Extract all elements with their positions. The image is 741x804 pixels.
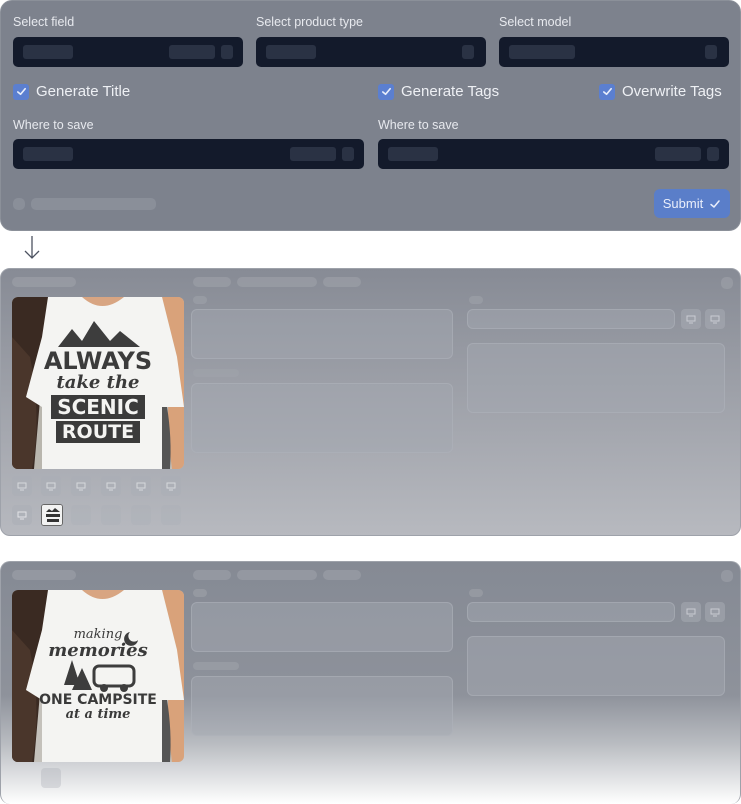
where-to-save-label-2: Where to save — [378, 118, 459, 132]
overwrite-tags-label: Overwrite Tags — [622, 83, 722, 100]
product-image-1[interactable]: ALWAYS take the SCENIC ROUTE — [12, 297, 184, 469]
monitor-icon[interactable] — [681, 309, 701, 329]
where-to-save-dropdown-2[interactable] — [378, 139, 729, 169]
arrow-down-icon — [24, 236, 40, 259]
generate-title-checkbox[interactable] — [13, 83, 29, 100]
monitor-icon[interactable] — [12, 476, 32, 496]
select-field-label: Select field — [13, 15, 75, 29]
generate-title-label: Generate Title — [36, 83, 131, 100]
monitor-icon[interactable] — [705, 602, 725, 622]
submit-label: Submit — [662, 196, 704, 211]
product-card-2: making memories ONE CAMPSITE at a time — [0, 561, 741, 804]
select-model-dropdown[interactable] — [499, 37, 729, 67]
overwrite-tags-checkbox[interactable] — [599, 83, 615, 100]
monitor-icon[interactable] — [12, 505, 32, 525]
generate-tags-checkbox[interactable] — [378, 83, 394, 100]
design-thumbnail[interactable] — [41, 504, 63, 526]
overwrite-tags-option[interactable]: Overwrite Tags — [599, 83, 722, 100]
checkmark-icon — [16, 87, 26, 96]
select-product-type-dropdown[interactable] — [256, 37, 486, 67]
blurred-status-text — [31, 198, 156, 210]
where-to-save-dropdown-1[interactable] — [13, 139, 364, 169]
select-field-dropdown[interactable] — [13, 37, 243, 67]
product-image-2[interactable]: making memories ONE CAMPSITE at a time — [12, 590, 184, 762]
monitor-icon[interactable] — [161, 476, 181, 496]
product-card-1: ALWAYS take the SCENIC ROUTE — [0, 268, 741, 536]
generate-tags-option[interactable]: Generate Tags — [378, 83, 499, 100]
monitor-icon[interactable] — [681, 602, 701, 622]
checkmark-icon — [602, 87, 612, 96]
monitor-icon[interactable] — [705, 309, 725, 329]
generation-form-panel: Select field Select product type Select … — [0, 0, 741, 231]
generate-tags-label: Generate Tags — [401, 83, 500, 100]
select-product-type-label: Select product type — [256, 15, 364, 29]
checkmark-icon — [381, 87, 391, 96]
select-model-label: Select model — [499, 15, 572, 29]
generate-title-option[interactable]: Generate Title — [13, 83, 130, 100]
monitor-icon[interactable] — [101, 476, 121, 496]
monitor-icon[interactable] — [41, 768, 61, 788]
tshirt-design-2: making memories ONE CAMPSITE at a time — [39, 627, 157, 722]
blurred-toggle — [13, 198, 25, 210]
submit-button[interactable]: Submit — [654, 189, 730, 218]
where-to-save-label-1: Where to save — [13, 118, 94, 132]
tshirt-design-1: ALWAYS take the SCENIC ROUTE — [43, 347, 153, 443]
monitor-icon[interactable] — [41, 476, 61, 496]
monitor-icon[interactable] — [131, 476, 151, 496]
monitor-icon[interactable] — [71, 476, 91, 496]
checkmark-icon — [710, 199, 720, 208]
